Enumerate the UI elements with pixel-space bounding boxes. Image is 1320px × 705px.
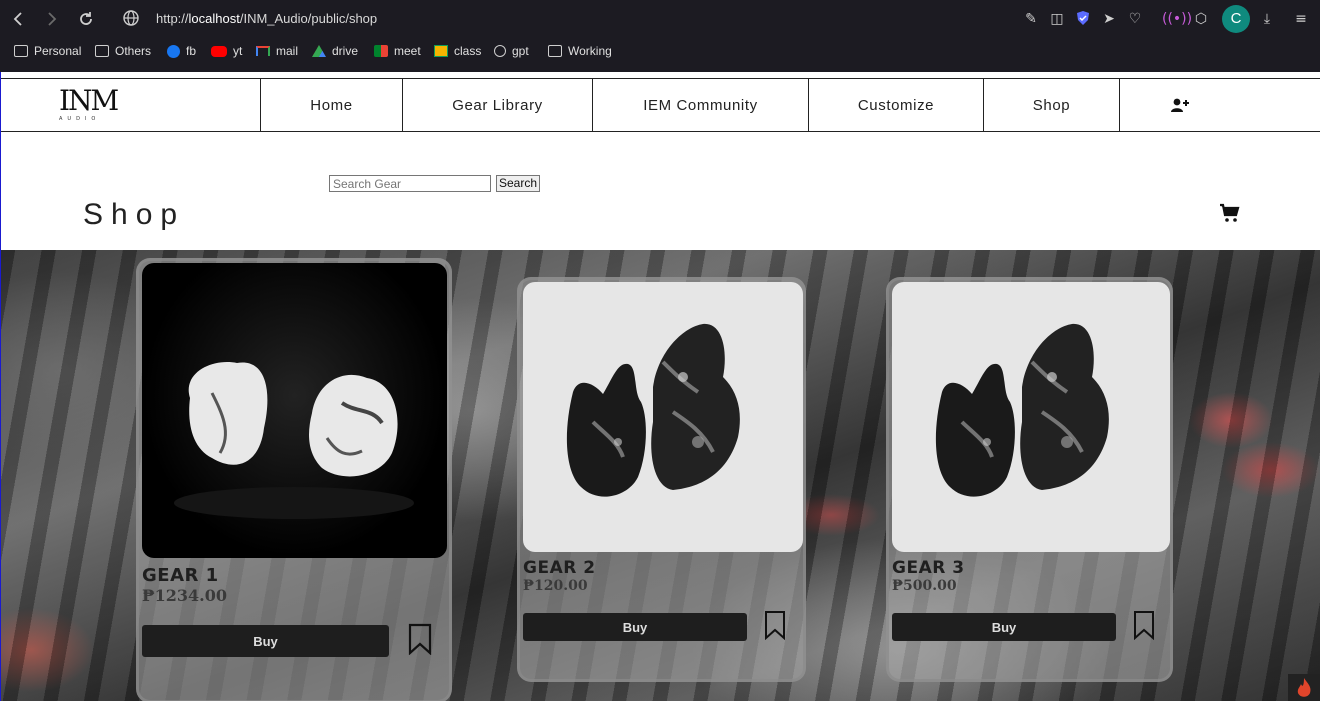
product-name: GEAR 2 [523, 558, 596, 578]
bookmark-item[interactable]: mail [256, 44, 298, 58]
camera-icon[interactable]: ◫ [1048, 10, 1066, 28]
product-price: ₱1234.00 [142, 586, 227, 605]
bookmark-label: gpt [512, 44, 529, 58]
product-image[interactable] [142, 263, 447, 558]
openai-icon [494, 45, 506, 57]
folder-icon [548, 45, 562, 57]
shield-icon[interactable] [1074, 10, 1092, 28]
bookmark-label: Others [115, 44, 152, 58]
download-icon[interactable]: ⤓ [1258, 10, 1276, 28]
profile-avatar[interactable]: C [1222, 5, 1250, 33]
bookmark-label: Working [568, 44, 612, 58]
bookmark-label: fb [186, 44, 197, 58]
bookmark-label: Personal [34, 44, 82, 58]
facebook-icon [167, 44, 180, 58]
folder-icon [95, 45, 109, 57]
flame-icon[interactable] [1288, 674, 1320, 701]
logo-text: INM [59, 84, 119, 117]
bookmark-item[interactable]: fb [167, 44, 196, 58]
site-navbar: INM AUDIO Home Gear Library IEM Communit… [1, 78, 1320, 132]
bookmark-item[interactable]: meet [374, 44, 421, 58]
folder-icon [14, 45, 28, 57]
bookmark-item[interactable]: yt [211, 44, 242, 58]
product-price: ₱120.00 [523, 578, 588, 594]
add-user-icon [1170, 98, 1189, 112]
heart-icon[interactable]: ♡ [1126, 10, 1144, 28]
reload-icon[interactable] [76, 9, 96, 29]
bookmark-label: mail [276, 44, 299, 58]
url-prefix: http:// [156, 11, 189, 26]
nav-iem-community[interactable]: IEM Community [592, 79, 808, 131]
bookmark-label: class [454, 44, 482, 58]
nav-gear-library[interactable]: Gear Library [402, 79, 592, 131]
send-icon[interactable]: ➤ [1100, 10, 1118, 28]
product-price: ₱500.00 [892, 578, 957, 594]
page: INM AUDIO Home Gear Library IEM Communit… [0, 72, 1320, 701]
bookmark-item[interactable]: Personal [14, 44, 81, 58]
bookmark-icon[interactable] [1132, 610, 1156, 644]
cart-icon[interactable] [1219, 202, 1241, 224]
buy-button[interactable]: Buy [523, 613, 747, 641]
nav-shop[interactable]: Shop [983, 79, 1119, 131]
search-button[interactable]: Search [496, 175, 540, 192]
product-card[interactable]: GEAR 1 ₱1234.00 Buy [136, 258, 452, 701]
browser-chrome: http://localhost/INM_Audio/public/shop ✎… [0, 0, 1320, 72]
cube-icon[interactable]: ⬡ [1192, 10, 1210, 28]
bookmarks-bar: Personal Others fb yt mail drive meet cl… [0, 40, 1320, 64]
edit-icon[interactable]: ✎ [1022, 10, 1040, 28]
gmail-icon [256, 46, 270, 56]
bookmark-item[interactable]: Others [95, 44, 151, 58]
url-bar-row: http://localhost/INM_Audio/public/shop ✎… [0, 0, 1320, 38]
menu-icon[interactable]: ≡ [1292, 10, 1310, 28]
product-card[interactable]: GEAR 3 ₱500.00 Buy [886, 277, 1173, 682]
nav-home[interactable]: Home [260, 79, 402, 131]
buy-button[interactable]: Buy [892, 613, 1116, 641]
product-name: GEAR 3 [892, 558, 965, 578]
drive-icon [312, 45, 326, 57]
bookmark-item[interactable]: Working [548, 44, 612, 58]
bookmark-label: yt [233, 44, 243, 58]
forward-icon[interactable] [42, 9, 62, 29]
bookmark-item[interactable]: gpt [494, 44, 529, 58]
back-icon[interactable] [8, 9, 28, 29]
broadcast-icon[interactable]: ((•)) [1162, 10, 1192, 28]
page-title: Shop [83, 198, 186, 231]
classroom-icon [434, 45, 448, 57]
search-input[interactable] [329, 175, 491, 192]
nav-customize[interactable]: Customize [808, 79, 983, 131]
bookmark-icon[interactable] [407, 623, 433, 659]
globe-icon [121, 9, 141, 29]
hero-background: GEAR 1 ₱1234.00 Buy GEAR 2 ₱120.00 Buy G… [1, 250, 1320, 701]
youtube-icon [211, 45, 227, 57]
site-logo[interactable]: INM AUDIO [59, 84, 123, 123]
product-name: GEAR 1 [142, 565, 219, 586]
bookmark-icon[interactable] [763, 610, 787, 644]
product-image[interactable] [892, 282, 1170, 552]
product-image[interactable] [523, 282, 803, 552]
buy-button[interactable]: Buy [142, 625, 389, 657]
url-path: /INM_Audio/public/shop [239, 11, 378, 26]
product-card[interactable]: GEAR 2 ₱120.00 Buy [517, 277, 806, 682]
nav-register[interactable] [1119, 79, 1239, 131]
address-bar[interactable]: http://localhost/INM_Audio/public/shop [156, 11, 377, 26]
bookmark-item[interactable]: class [434, 44, 481, 58]
bookmark-label: meet [394, 44, 421, 58]
bookmark-label: drive [332, 44, 359, 58]
meet-icon [374, 45, 388, 57]
bookmark-item[interactable]: drive [312, 44, 358, 58]
url-host: localhost [188, 11, 240, 26]
